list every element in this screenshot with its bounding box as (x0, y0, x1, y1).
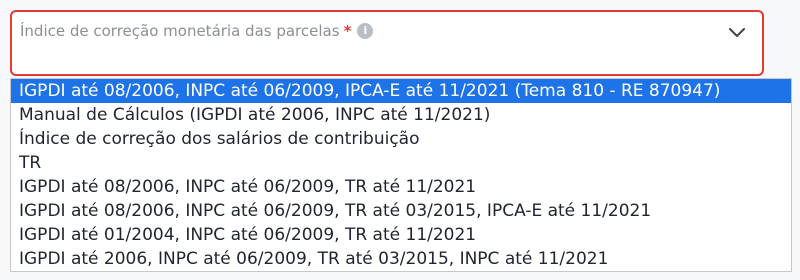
dropdown-option[interactable]: IGPDI até 08/2006, INPC até 06/2009, TR … (11, 199, 791, 223)
field-label: Índice de correção monetária das parcela… (20, 22, 374, 40)
dropdown-option[interactable]: IGPDI até 2006, INPC até 06/2009, TR até… (11, 247, 791, 271)
field-label-text: Índice de correção monetária das parcela… (20, 22, 340, 40)
indice-correcao-select[interactable]: Índice de correção monetária das parcela… (10, 10, 764, 76)
dropdown-list: IGPDI até 08/2006, INPC até 06/2009, IPC… (10, 78, 792, 272)
required-mark: * (343, 22, 352, 40)
dropdown-option[interactable]: Manual de Cálculos (IGPDI até 2006, INPC… (11, 103, 791, 127)
chevron-down-icon[interactable] (728, 24, 746, 42)
dropdown-option[interactable]: IGPDI até 08/2006, INPC até 06/2009, TR … (11, 175, 791, 199)
info-icon[interactable]: i (357, 23, 374, 39)
dropdown-option[interactable]: IGPDI até 01/2004, INPC até 06/2009, TR … (11, 223, 791, 247)
dropdown-option[interactable]: Índice de correção dos salários de contr… (11, 127, 791, 151)
dropdown-option[interactable]: TR (11, 151, 791, 175)
dropdown-option[interactable]: IGPDI até 08/2006, INPC até 06/2009, IPC… (11, 79, 791, 103)
